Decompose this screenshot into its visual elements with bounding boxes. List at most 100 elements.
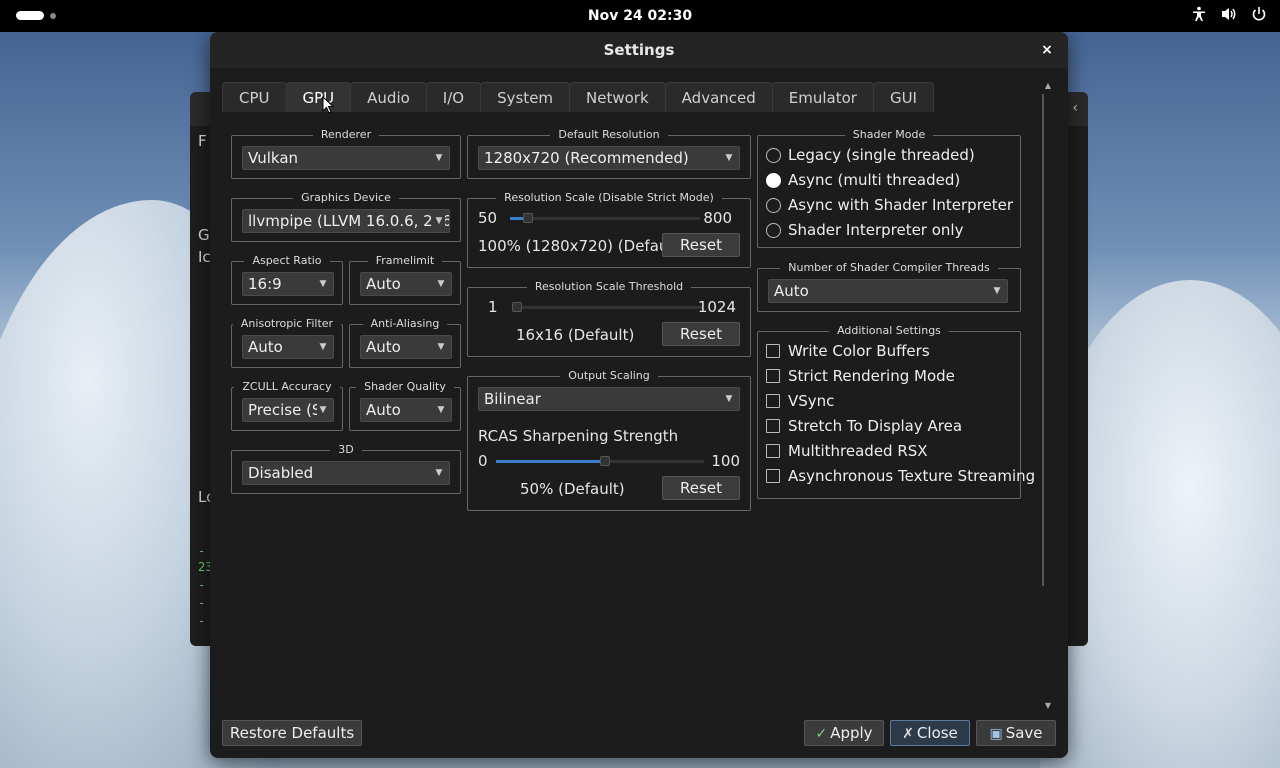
multithreaded-rsx-option[interactable]: Multithreaded RSX: [766, 441, 928, 461]
chevron-left-icon[interactable]: ‹: [1072, 100, 1078, 116]
rcas-handle[interactable]: [600, 456, 610, 466]
output-scaling-value: Bilinear: [484, 390, 541, 408]
aspect-ratio-value: 16:9: [248, 275, 282, 293]
aspect-ratio-select[interactable]: 16:9 ▼: [242, 272, 334, 296]
anisotropic-select[interactable]: Auto ▼: [242, 335, 334, 359]
resolution-scale-current: 100% (1280x720) (Default): [478, 237, 685, 255]
resolution-scale-reset-button[interactable]: Reset: [662, 233, 740, 257]
renderer-value: Vulkan: [248, 149, 299, 167]
chevron-down-icon: ▼: [433, 462, 445, 484]
resolution-scale-handle[interactable]: [523, 213, 533, 223]
radio-button[interactable]: [766, 172, 781, 188]
apply-button[interactable]: ✓ Apply: [804, 720, 884, 746]
shader-mode-label: Async (multi threaded): [788, 171, 961, 189]
shader-mode-option[interactable]: Legacy (single threaded): [766, 145, 975, 165]
checkbox[interactable]: [766, 444, 780, 458]
tab-network[interactable]: Network: [569, 82, 666, 112]
tab-system[interactable]: System: [480, 82, 571, 112]
graphics-device-select[interactable]: llvmpipe (LLVM 16.0.6, 256 b ▼: [242, 209, 450, 233]
output-scaling-select[interactable]: Bilinear ▼: [478, 387, 740, 411]
scrollbar-groove[interactable]: [1042, 94, 1044, 586]
additional-settings-title: Additional Settings: [829, 324, 949, 337]
scroll-up-icon[interactable]: ▲: [1042, 80, 1054, 92]
settings-dialog: Settings × CPU GPU Audio I/O System Netw…: [210, 32, 1068, 758]
scroll-down-icon[interactable]: ▼: [1042, 700, 1054, 712]
shader-mode-option[interactable]: Shader Interpreter only: [766, 220, 963, 240]
graphics-device-title: Graphics Device: [293, 191, 399, 204]
option-label: Multithreaded RSX: [788, 442, 928, 460]
compiler-threads-title: Number of Shader Compiler Threads: [780, 261, 998, 274]
tab-advanced[interactable]: Advanced: [664, 82, 773, 112]
graphics-device-value: llvmpipe (LLVM 16.0.6, 256 b: [248, 212, 450, 230]
anisotropic-value: Auto: [248, 338, 283, 356]
checkbox[interactable]: [766, 369, 780, 383]
strict-rendering-option[interactable]: Strict Rendering Mode: [766, 366, 955, 386]
checkbox[interactable]: [766, 419, 780, 433]
volume-icon[interactable]: [1220, 6, 1238, 26]
graphics-device-group: Graphics Device llvmpipe (LLVM 16.0.6, 2…: [231, 191, 461, 242]
tab-audio[interactable]: Audio: [350, 82, 427, 112]
checkmark-icon: ✓: [815, 726, 828, 742]
tab-cpu[interactable]: CPU: [222, 82, 287, 112]
default-resolution-title: Default Resolution: [550, 128, 668, 141]
chevron-down-icon: ▼: [723, 388, 735, 410]
save-label: Save: [1005, 724, 1043, 742]
dialog-scrollbar[interactable]: ▲ ▼: [1042, 80, 1054, 712]
resolution-scale-slider[interactable]: [510, 217, 700, 220]
clock[interactable]: Nov 24 02:30: [0, 0, 1280, 32]
shader-mode-option[interactable]: Async (multi threaded): [766, 170, 960, 190]
rcas-min: 0: [478, 452, 488, 470]
close-icon[interactable]: ×: [1038, 41, 1056, 59]
resolution-scale-min: 50: [478, 209, 498, 227]
radio-button[interactable]: [766, 147, 781, 163]
stretch-display-option[interactable]: Stretch To Display Area: [766, 416, 962, 436]
close-button[interactable]: ✗ Close: [890, 720, 970, 746]
zcull-select[interactable]: Precise (Sl ▼: [242, 398, 334, 422]
checkbox[interactable]: [766, 469, 780, 483]
checkbox[interactable]: [766, 344, 780, 358]
option-label: Write Color Buffers: [788, 342, 930, 360]
option-label: VSync: [788, 392, 835, 410]
radio-button[interactable]: [766, 197, 781, 213]
resolution-scale-group: Resolution Scale (Disable Strict Mode) 5…: [467, 191, 751, 268]
renderer-title: Renderer: [312, 128, 380, 141]
accessibility-icon[interactable]: [1190, 6, 1208, 26]
vsync-option[interactable]: VSync: [766, 391, 834, 411]
option-label: Strict Rendering Mode: [788, 367, 955, 385]
apply-label: Apply: [830, 724, 873, 742]
shader-mode-option[interactable]: Async with Shader Interpreter: [766, 195, 1013, 215]
resolution-threshold-handle[interactable]: [512, 302, 522, 312]
shader-quality-select[interactable]: Auto ▼: [360, 398, 452, 422]
compiler-threads-group: Number of Shader Compiler Threads Auto ▼: [757, 261, 1021, 312]
resolution-scale-fill: [510, 217, 523, 220]
shader-mode-label: Shader Interpreter only: [788, 221, 964, 239]
tab-io[interactable]: I/O: [425, 82, 482, 112]
framelimit-group: Framelimit Auto ▼: [349, 254, 461, 305]
chevron-down-icon: ▼: [317, 336, 329, 358]
compiler-threads-select[interactable]: Auto ▼: [768, 279, 1008, 303]
threed-select[interactable]: Disabled ▼: [242, 461, 450, 485]
power-icon[interactable]: [1250, 6, 1268, 26]
threed-title: 3D: [330, 443, 362, 456]
resolution-threshold-reset-button[interactable]: Reset: [662, 322, 740, 346]
default-resolution-select[interactable]: 1280x720 (Recommended) ▼: [478, 146, 740, 170]
framelimit-select[interactable]: Auto ▼: [360, 272, 452, 296]
resolution-threshold-slider[interactable]: [512, 306, 702, 309]
save-button[interactable]: ▣ Save: [976, 720, 1056, 746]
threed-value: Disabled: [248, 464, 314, 482]
tab-emulator[interactable]: Emulator: [771, 82, 874, 112]
async-texture-option[interactable]: Asynchronous Texture Streaming: [766, 466, 1035, 486]
rcas-reset-button[interactable]: Reset: [662, 476, 740, 500]
system-tray[interactable]: [1190, 0, 1268, 32]
zcull-value: Precise (Sl: [248, 401, 326, 419]
resolution-threshold-title: Resolution Scale Threshold: [526, 280, 692, 293]
resolution-threshold-current: 16x16 (Default): [516, 326, 635, 344]
tab-gpu[interactable]: GPU: [285, 82, 352, 112]
checkbox[interactable]: [766, 394, 780, 408]
renderer-select[interactable]: Vulkan ▼: [242, 146, 450, 170]
write-color-buffers-option[interactable]: Write Color Buffers: [766, 341, 930, 361]
antialiasing-select[interactable]: Auto ▼: [360, 335, 452, 359]
restore-defaults-button[interactable]: Restore Defaults: [222, 720, 362, 746]
tab-gui[interactable]: GUI: [872, 82, 934, 112]
radio-button[interactable]: [766, 222, 781, 238]
